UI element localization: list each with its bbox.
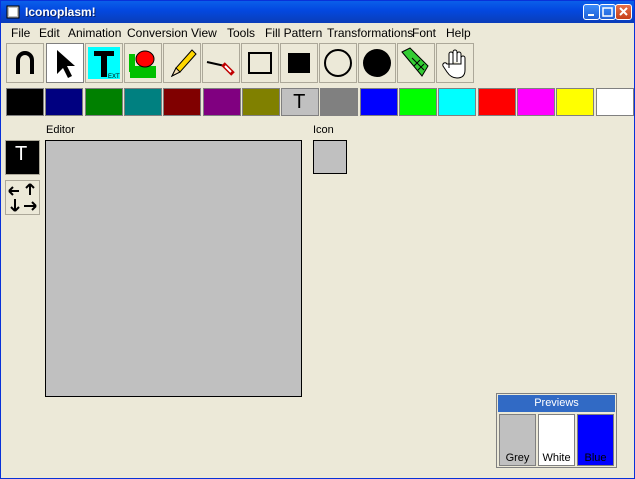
menu-help[interactable]: Help — [446, 26, 471, 40]
menu-tools[interactable]: Tools — [227, 26, 255, 40]
icon-preview — [313, 140, 347, 174]
minimize-button[interactable] — [583, 4, 600, 20]
previews-panel: Previews Grey White Blue — [496, 393, 617, 468]
menu-bar: File Edit Animation Conversion View Tool… — [1, 23, 634, 42]
previews-title: Previews — [498, 395, 615, 412]
undo-tool[interactable] — [6, 43, 44, 83]
menu-font[interactable]: Font — [412, 26, 436, 40]
rectangle-filled-icon — [288, 53, 310, 73]
paint-bucket-icon — [129, 50, 156, 78]
editor-canvas[interactable] — [45, 140, 302, 397]
rectangle-outline-icon — [248, 52, 272, 74]
menu-edit[interactable]: Edit — [39, 26, 60, 40]
menu-view[interactable]: View — [191, 26, 217, 40]
menu-file[interactable]: File — [11, 26, 30, 40]
svg-text:EXT: EXT — [108, 74, 120, 80]
undo-icon — [16, 51, 34, 74]
transparent-swatch-label: T — [293, 91, 306, 113]
preview-blue-label: Blue — [584, 452, 607, 464]
preview-blue: Blue — [577, 414, 614, 466]
menu-animation[interactable]: Animation — [68, 26, 121, 40]
hand-icon — [442, 49, 466, 79]
palette-swatch[interactable] — [6, 88, 44, 116]
palette-swatch[interactable] — [45, 88, 84, 116]
palette-swatch[interactable]: T — [281, 88, 320, 116]
spray-icon — [401, 47, 429, 77]
title-bar: Iconoplasm! — [1, 1, 634, 23]
palette-swatch[interactable] — [477, 88, 516, 116]
palette-swatch[interactable] — [241, 88, 280, 116]
pointer-icon — [57, 50, 75, 78]
app-window: Iconoplasm! File Edit Animation Conversi… — [0, 0, 635, 479]
eyedropper-tool[interactable] — [202, 43, 240, 83]
window-title: Iconoplasm! — [25, 5, 96, 19]
pencil-tool[interactable] — [163, 43, 201, 83]
palette-swatch[interactable] — [399, 88, 437, 116]
preview-white: White — [538, 414, 575, 466]
icon-label: Icon — [313, 124, 334, 136]
spray-tool[interactable] — [397, 43, 435, 83]
palette-swatch[interactable] — [163, 88, 202, 116]
text-tool[interactable]: EXT — [85, 43, 123, 83]
palette-swatch[interactable] — [438, 88, 477, 116]
preview-grey: Grey — [499, 414, 536, 466]
menu-transformations[interactable]: Transformations — [327, 26, 413, 40]
text-icon: EXT — [88, 47, 120, 80]
hand-tool[interactable] — [436, 43, 474, 83]
palette-swatch[interactable] — [595, 88, 634, 116]
rectangle-filled-tool[interactable] — [280, 43, 318, 83]
palette-swatch[interactable] — [202, 88, 241, 116]
circle-filled-icon — [363, 49, 391, 77]
rectangle-outline-tool[interactable] — [241, 43, 279, 83]
palette-swatch[interactable] — [320, 88, 359, 116]
preview-white-label: White — [542, 452, 571, 464]
pointer-tool[interactable] — [46, 43, 84, 83]
app-icon — [6, 5, 20, 19]
move-arrows-icon — [8, 183, 37, 212]
palette-swatch[interactable] — [556, 88, 595, 116]
circle-outline-tool[interactable] — [319, 43, 357, 83]
circle-filled-tool[interactable] — [358, 43, 396, 83]
menu-conversion[interactable]: Conversion — [127, 26, 188, 40]
palette-swatch[interactable] — [123, 88, 162, 116]
circle-outline-icon — [324, 49, 352, 77]
close-button[interactable] — [615, 4, 632, 20]
maximize-button[interactable] — [599, 4, 616, 20]
palette-swatch[interactable] — [516, 88, 555, 116]
transparent-color-button[interactable]: T — [5, 140, 40, 175]
eyedropper-icon — [206, 61, 235, 76]
move-button[interactable] — [5, 180, 40, 215]
transparent-label: T — [15, 143, 28, 165]
palette-swatch[interactable] — [84, 88, 123, 116]
fill-tool[interactable] — [124, 43, 162, 83]
menu-fill-pattern[interactable]: Fill Pattern — [265, 26, 322, 40]
preview-grey-label: Grey — [505, 452, 530, 464]
editor-label: Editor — [46, 124, 75, 136]
palette-swatch[interactable] — [359, 88, 398, 116]
pencil-icon — [170, 49, 197, 78]
